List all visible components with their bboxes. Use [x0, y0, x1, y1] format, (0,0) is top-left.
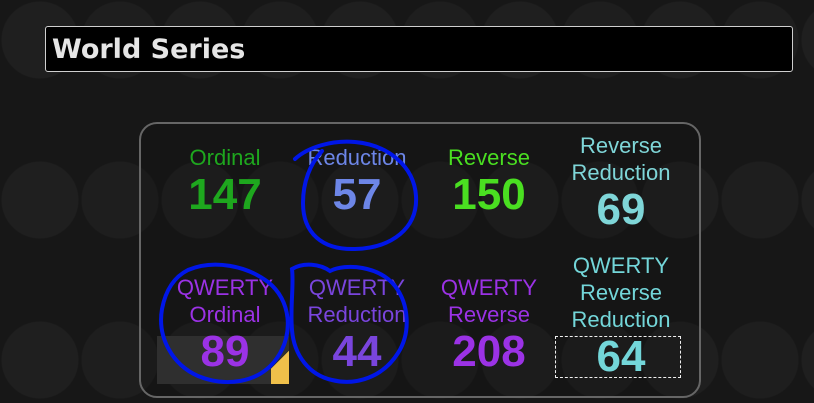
qwerty-reverse-label: QWERTY Reverse — [440, 275, 538, 327]
ordinal-label: Ordinal — [189, 145, 261, 170]
ordinal-value: 147 — [188, 170, 262, 219]
reduction-value: 57 — [332, 170, 382, 219]
page: World Series Ordinal 147 Reduction 57 Re… — [0, 0, 814, 403]
qwerty-reverse-reduction-label: QWERTY Reverse Reduction — [571, 253, 671, 332]
series-title: World Series — [52, 34, 246, 65]
qwerty-reduction-cell: QWERTY Reduction 44 — [291, 274, 423, 376]
qwerty-reverse-reduction-value: 64 — [596, 332, 646, 381]
qwerty-ordinal-cell: QWERTY Ordinal 89 — [159, 274, 291, 376]
reduction-cell: Reduction 57 — [291, 144, 423, 219]
series-title-bar: World Series — [45, 26, 793, 72]
qwerty-reduction-value: 44 — [332, 327, 382, 376]
reverse-reduction-label: Reverse Reduction — [571, 133, 671, 185]
reverse-reduction-cell: Reverse Reduction 69 — [555, 132, 687, 234]
ordinal-cell: Ordinal 147 — [159, 144, 291, 219]
qwerty-ordinal-label: QWERTY Ordinal — [176, 275, 274, 327]
reverse-cell: Reverse 150 — [423, 144, 555, 219]
reduction-label: Reduction — [307, 145, 407, 170]
reverse-label: Reverse — [448, 145, 530, 170]
gematria-card: Ordinal 147 Reduction 57 Reverse 150 Rev… — [139, 122, 701, 398]
qwerty-reverse-value: 208 — [452, 327, 526, 376]
reverse-value: 150 — [452, 170, 526, 219]
reverse-reduction-value: 69 — [596, 185, 646, 234]
qwerty-ordinal-value: 89 — [200, 327, 250, 376]
qwerty-reverse-cell: QWERTY Reverse 208 — [423, 274, 555, 376]
qwerty-reduction-label: QWERTY Reduction — [307, 275, 407, 327]
qwerty-reverse-reduction-cell: QWERTY Reverse Reduction 64 — [555, 252, 687, 381]
